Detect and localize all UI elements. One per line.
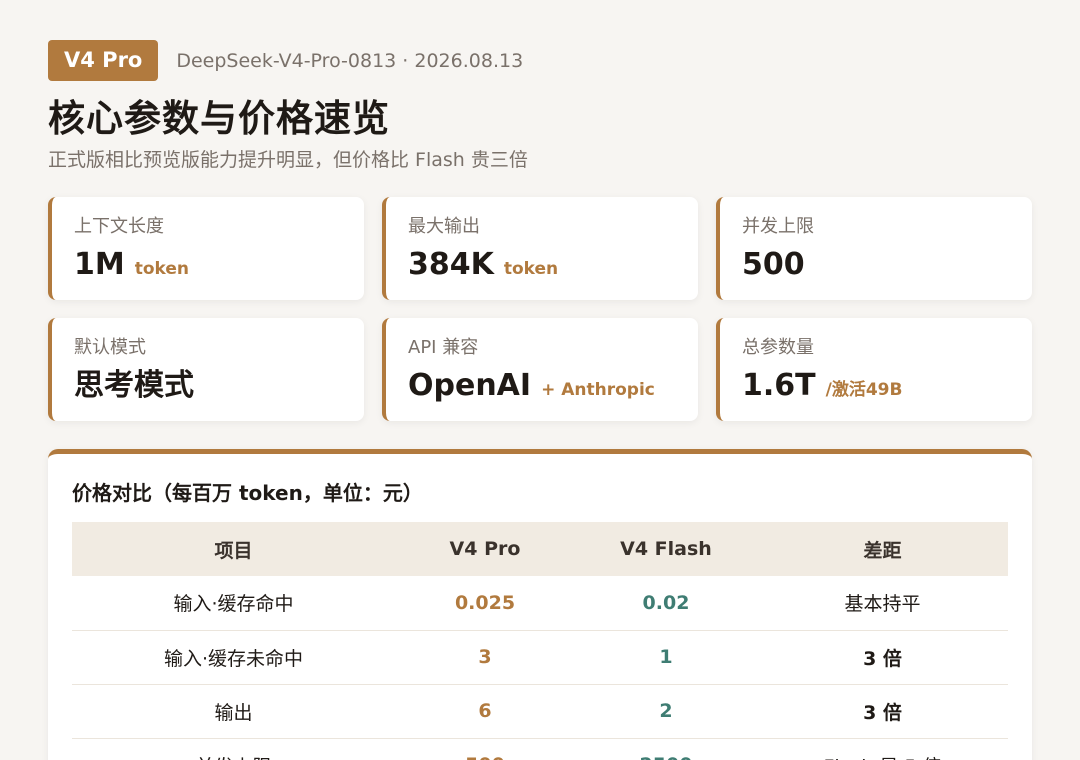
column-header-item: 项目 <box>214 539 253 562</box>
page-container: V4 Pro DeepSeek-V4-Pro-0813 · 2026.08.13… <box>48 40 1032 760</box>
card-value: 1M <box>74 247 125 282</box>
card-label: 总参数量 <box>742 337 814 358</box>
cell-pro: 3 <box>395 630 575 685</box>
cell-flash: 2 <box>575 684 757 739</box>
card-value: OpenAI <box>408 368 532 403</box>
card-max-output: 最大输出 384K token <box>382 197 698 300</box>
cell-flash: 0.02 <box>575 576 757 631</box>
cell-flash: 2500 <box>575 738 757 760</box>
pricing-table: 项目 V4 Pro V4 Flash 差距 输入·缓存命中 0.025 0.02… <box>72 522 1008 760</box>
card-context-length: 上下文长度 1M token <box>48 197 364 300</box>
table-row: 输出 6 2 3 倍 <box>72 684 1008 739</box>
cell-item: 并发上限 <box>72 738 395 760</box>
table-row: 输入·缓存未命中 3 1 3 倍 <box>72 630 1008 685</box>
card-value-row: 384K token <box>408 247 676 283</box>
column-header-gap: 差距 <box>863 539 902 562</box>
page-subtitle: 正式版相比预览版能力提升明显，但价格比 Flash 贵三倍 <box>48 149 528 171</box>
card-unit: token <box>134 259 190 279</box>
card-label: 默认模式 <box>74 337 146 358</box>
card-unit: token <box>503 259 559 279</box>
card-unit: + Anthropic <box>541 380 655 400</box>
card-value: 500 <box>742 247 805 282</box>
pricing-title: 价格对比（每百万 token，单位：元） <box>72 481 423 505</box>
card-value-row: 1.6T /激活49B <box>742 368 1010 404</box>
card-default-mode: 默认模式 思考模式 <box>48 318 364 421</box>
card-value: 思考模式 <box>74 368 194 403</box>
card-label: 最大输出 <box>408 216 480 237</box>
pricing-panel: 价格对比（每百万 token，单位：元） 项目 V4 Pro V4 Flash … <box>48 449 1032 760</box>
cell-item: 输入·缓存未命中 <box>72 630 395 685</box>
cell-pro: 0.025 <box>395 576 575 631</box>
cell-gap: 基本持平 <box>757 576 1008 631</box>
cell-item: 输出 <box>72 684 395 739</box>
cell-gap: 3 倍 <box>757 684 1008 739</box>
card-value-row: 1M token <box>74 247 342 283</box>
cell-pro: 6 <box>395 684 575 739</box>
version-badge: V4 Pro <box>48 40 159 81</box>
card-value: 384K <box>408 247 494 282</box>
cell-gap: 3 倍 <box>757 630 1008 685</box>
spec-cards: 上下文长度 1M token 最大输出 384K token 并发上限 500 … <box>48 197 1032 421</box>
card-unit: /激活49B <box>825 380 903 400</box>
card-total-params: 总参数量 1.6T /激活49B <box>716 318 1032 421</box>
header-row: V4 Pro DeepSeek-V4-Pro-0813 · 2026.08.13 <box>48 40 1032 81</box>
card-api-compat: API 兼容 OpenAI + Anthropic <box>382 318 698 421</box>
column-header-pro: V4 Pro <box>449 538 521 560</box>
cell-item: 输入·缓存命中 <box>72 576 395 631</box>
model-meta: DeepSeek-V4-Pro-0813 · 2026.08.13 <box>176 49 524 72</box>
page-title: 核心参数与价格速览 <box>48 97 390 140</box>
cell-flash: 1 <box>575 630 757 685</box>
column-header-flash: V4 Flash <box>620 538 712 560</box>
table-header-row: 项目 V4 Pro V4 Flash 差距 <box>72 522 1008 576</box>
cell-pro: 500 <box>395 738 575 760</box>
card-value-row: 思考模式 <box>74 368 342 404</box>
table-row: 并发上限 500 2500 Flash 是 5 倍 <box>72 738 1008 760</box>
card-value-row: 500 <box>742 247 1010 283</box>
card-concurrency: 并发上限 500 <box>716 197 1032 300</box>
cell-gap: Flash 是 5 倍 <box>757 738 1008 760</box>
card-label: 并发上限 <box>742 216 814 237</box>
card-label: API 兼容 <box>408 337 479 358</box>
card-value-row: OpenAI + Anthropic <box>408 368 676 404</box>
table-row: 输入·缓存命中 0.025 0.02 基本持平 <box>72 576 1008 631</box>
card-label: 上下文长度 <box>74 216 164 237</box>
card-value: 1.6T <box>742 368 816 403</box>
